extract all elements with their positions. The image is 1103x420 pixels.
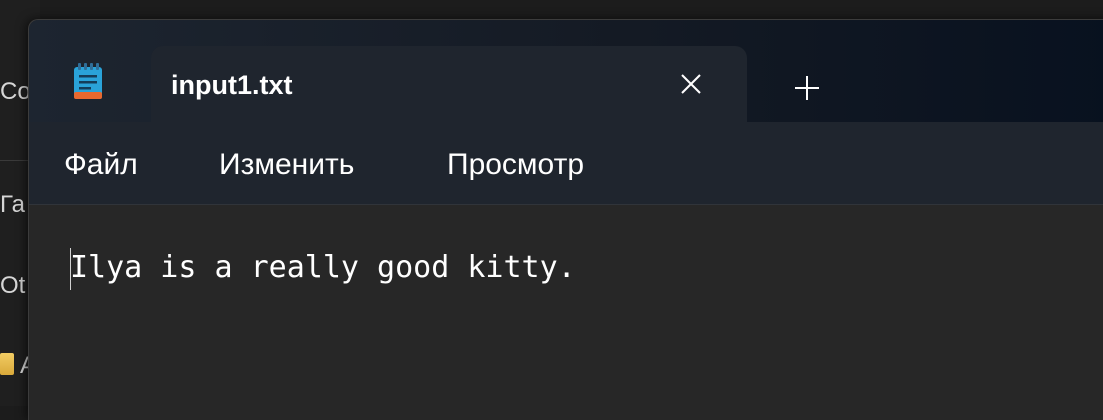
plus-icon[interactable] [787,68,827,108]
menu-edit[interactable]: Изменить [219,148,354,182]
notepad-window: input1.txt Файл Изменить Просмотр Ilya i… [28,19,1103,420]
notepad-icon [74,63,102,99]
background-label[interactable]: Ot [0,272,25,300]
menu-file[interactable]: Файл [64,148,138,182]
tab-input1[interactable]: input1.txt [151,46,747,126]
close-icon[interactable] [675,68,707,100]
editor-content[interactable]: Ilya is a really good kitty. [70,250,576,285]
menu-bar: Файл Изменить Просмотр [29,122,1103,205]
title-bar: input1.txt [29,20,1103,126]
background-label[interactable]: Га [0,191,25,219]
tab-title: input1.txt [171,70,293,100]
menu-view[interactable]: Просмотр [447,148,584,182]
folder-icon [0,353,14,375]
text-editor[interactable]: Ilya is a really good kitty. [29,205,1103,420]
